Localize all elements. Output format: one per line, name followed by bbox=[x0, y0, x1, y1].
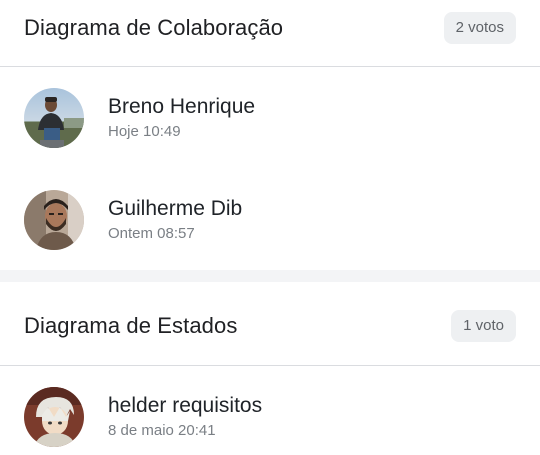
voter-info: Breno Henrique Hoje 10:49 bbox=[108, 94, 255, 142]
avatar[interactable] bbox=[24, 88, 84, 148]
section-divider bbox=[0, 66, 540, 67]
avatar[interactable] bbox=[24, 190, 84, 250]
voter-name: Guilherme Dib bbox=[108, 197, 243, 220]
voter-info: Guilherme Dib Ontem 08:57 bbox=[108, 196, 242, 244]
section-title: Diagrama de Estados bbox=[24, 313, 238, 338]
avatar-photo-outdoor-icon bbox=[24, 88, 84, 148]
poll-results-page: Diagrama de Colaboração 2 votos Breno He… bbox=[0, 0, 540, 455]
voter-info: helder requisitos 8 de maio 20:41 bbox=[108, 393, 262, 441]
voter-row[interactable]: helder requisitos 8 de maio 20:41 bbox=[0, 377, 540, 455]
vote-count-badge[interactable]: 1 voto bbox=[451, 310, 516, 342]
avatar-photo-bearded-icon bbox=[24, 190, 84, 250]
vote-timestamp: Ontem 08:57 bbox=[108, 225, 195, 242]
avatar-anime-character-icon bbox=[24, 387, 84, 447]
avatar[interactable] bbox=[24, 387, 84, 447]
voter-name: Breno Henrique bbox=[108, 95, 256, 118]
section-header-colaboracao: Diagrama de Colaboração 2 votos bbox=[0, 0, 540, 56]
section-separator bbox=[0, 270, 540, 282]
vote-timestamp: Hoje 10:49 bbox=[108, 123, 181, 140]
voter-name: helder requisitos bbox=[108, 394, 263, 417]
voter-row[interactable]: Guilherme Dib Ontem 08:57 bbox=[0, 180, 540, 260]
section-title: Diagrama de Colaboração bbox=[24, 15, 284, 40]
vote-timestamp: 8 de maio 20:41 bbox=[108, 422, 216, 439]
vote-count-badge[interactable]: 2 votos bbox=[443, 12, 516, 44]
section-divider bbox=[0, 365, 540, 366]
voter-row[interactable]: Breno Henrique Hoje 10:49 bbox=[0, 78, 540, 158]
section-header-estados: Diagrama de Estados 1 voto bbox=[0, 298, 540, 354]
